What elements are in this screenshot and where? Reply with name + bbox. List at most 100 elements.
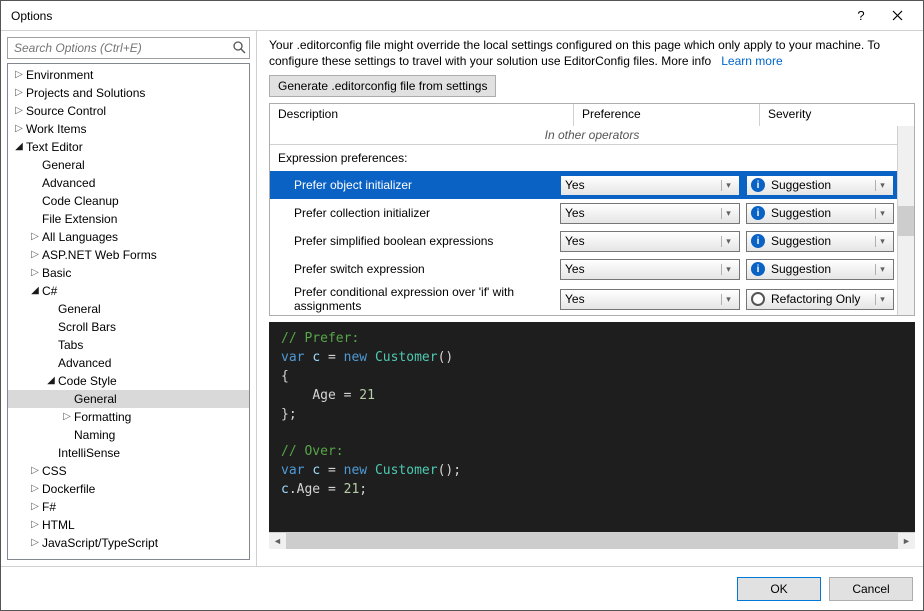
preference-combo[interactable]: Yes▾ <box>560 175 740 196</box>
tree-item[interactable]: Advanced <box>8 354 249 372</box>
rows-container: In other operators Expression preference… <box>270 126 914 315</box>
dialog-footer: OK Cancel <box>1 566 923 610</box>
tree-item[interactable]: ▷F# <box>8 498 249 516</box>
tree-item-label: ASP.NET Web Forms <box>42 246 157 264</box>
vertical-scrollbar[interactable] <box>897 126 914 315</box>
chevron-down-icon: ▾ <box>721 264 735 275</box>
chevron-right-icon[interactable]: ▷ <box>12 102 26 120</box>
settings-row[interactable]: Prefer object initializerYes▾iSuggestion… <box>270 171 914 199</box>
tree-item[interactable]: IntelliSense <box>8 444 249 462</box>
row-description: Prefer simplified boolean expressions <box>270 232 560 250</box>
search-container <box>7 37 250 59</box>
settings-grid: Description Preference Severity In other… <box>269 103 915 316</box>
tree-item-label: Source Control <box>26 102 106 120</box>
combo-value: Yes <box>565 234 717 248</box>
severity-combo[interactable]: iSuggestion▾ <box>746 203 894 224</box>
chevron-right-icon[interactable]: ▷ <box>28 516 42 534</box>
row-severity: iSuggestion▾ <box>746 203 914 224</box>
cancel-button[interactable]: Cancel <box>829 577 913 601</box>
tree-item[interactable]: Advanced <box>8 174 249 192</box>
chevron-right-icon[interactable]: ▷ <box>28 264 42 282</box>
tree-item-label: HTML <box>42 516 75 534</box>
tree-item[interactable]: ◢C# <box>8 282 249 300</box>
settings-row[interactable]: Prefer switch expressionYes▾iSuggestion▾ <box>270 255 914 283</box>
tree-item[interactable]: ▷Environment <box>8 66 249 84</box>
tree-item[interactable]: ▷Basic <box>8 264 249 282</box>
hscroll-left[interactable]: ◄ <box>269 533 286 549</box>
tree-item[interactable]: Naming <box>8 426 249 444</box>
row-severity: Refactoring Only▾ <box>746 289 914 310</box>
chevron-right-icon[interactable]: ▷ <box>28 480 42 498</box>
preference-combo[interactable]: Yes▾ <box>560 289 740 310</box>
tree-item[interactable]: ▷All Languages <box>8 228 249 246</box>
tree-item[interactable]: ▷Dockerfile <box>8 480 249 498</box>
tree-item[interactable]: ▷Projects and Solutions <box>8 84 249 102</box>
preference-combo[interactable]: Yes ▾ <box>560 203 740 224</box>
code-preview: // Prefer: var c = new Customer() { Age … <box>269 322 915 532</box>
chevron-down-icon: ▾ <box>875 208 889 219</box>
tree-item[interactable]: ▷ASP.NET Web Forms <box>8 246 249 264</box>
tree-item[interactable]: ▷JavaScript/TypeScript <box>8 534 249 552</box>
tree-item[interactable]: General <box>8 300 249 318</box>
chevron-right-icon[interactable]: ▷ <box>28 228 42 246</box>
info-icon: i <box>751 178 765 192</box>
horizontal-scrollbar[interactable]: ◄ ► <box>269 532 915 549</box>
tree-item[interactable]: ▷Formatting <box>8 408 249 426</box>
tree-item[interactable]: ▷CSS <box>8 462 249 480</box>
tree-item-label: General <box>58 300 101 318</box>
tree-item[interactable]: Tabs <box>8 336 249 354</box>
tree-item[interactable]: General <box>8 156 249 174</box>
chevron-down-icon[interactable]: ◢ <box>44 372 58 390</box>
learn-more-link[interactable]: Learn more <box>721 54 782 68</box>
chevron-down-icon[interactable]: ◢ <box>12 138 26 156</box>
chevron-right-icon[interactable]: ▷ <box>12 120 26 138</box>
tree-item-label: General <box>42 156 85 174</box>
tree-item[interactable]: ▷Source Control <box>8 102 249 120</box>
tree-item[interactable]: General <box>8 390 249 408</box>
tree-item[interactable]: ▷Work Items <box>8 120 249 138</box>
tree-item[interactable]: Code Cleanup <box>8 192 249 210</box>
preference-combo[interactable]: Yes▾ <box>560 259 740 280</box>
chevron-down-icon[interactable]: ◢ <box>28 282 42 300</box>
combo-value: Yes <box>565 206 717 220</box>
ok-button[interactable]: OK <box>737 577 821 601</box>
chevron-right-icon[interactable]: ▷ <box>60 408 74 426</box>
severity-combo[interactable]: iSuggestion▾ <box>746 175 894 196</box>
chevron-down-icon: ▾ <box>721 208 735 219</box>
chevron-right-icon[interactable]: ▷ <box>12 84 26 102</box>
tree-item[interactable]: ▷HTML <box>8 516 249 534</box>
severity-combo[interactable]: iSuggestion▾ <box>746 231 894 252</box>
tree-item-label: CSS <box>42 462 67 480</box>
combo-value: Suggestion <box>771 206 871 220</box>
tree-item[interactable]: ◢Code Style <box>8 372 249 390</box>
chevron-down-icon: ▾ <box>721 236 735 247</box>
hscroll-right[interactable]: ► <box>898 533 915 549</box>
hscroll-thumb[interactable] <box>286 533 898 549</box>
generate-editorconfig-button[interactable]: Generate .editorconfig file from setting… <box>269 75 496 97</box>
col-preference[interactable]: Preference <box>574 104 760 126</box>
severity-combo[interactable]: iSuggestion▾ <box>746 259 894 280</box>
settings-row[interactable]: Prefer collection initializerYes▾iSugges… <box>270 199 914 227</box>
chevron-right-icon[interactable]: ▷ <box>28 246 42 264</box>
chevron-right-icon[interactable]: ▷ <box>12 66 26 84</box>
row-preference: Yes▾ <box>560 259 746 280</box>
scrollbar-thumb[interactable] <box>897 206 914 236</box>
options-tree[interactable]: ▷Environment▷Projects and Solutions▷Sour… <box>7 63 250 560</box>
combo-value: Yes <box>565 292 717 306</box>
chevron-right-icon[interactable]: ▷ <box>28 498 42 516</box>
chevron-right-icon[interactable]: ▷ <box>28 534 42 552</box>
preference-combo[interactable]: Yes ▾ <box>560 231 740 252</box>
help-button[interactable]: ? <box>843 1 879 31</box>
col-severity[interactable]: Severity <box>760 104 914 126</box>
severity-combo[interactable]: Refactoring Only▾ <box>746 289 894 310</box>
close-button[interactable] <box>879 1 915 31</box>
chevron-right-icon[interactable]: ▷ <box>28 462 42 480</box>
tree-item[interactable]: File Extension <box>8 210 249 228</box>
tree-item[interactable]: ◢Text Editor <box>8 138 249 156</box>
settings-row[interactable]: Prefer conditional expression over 'if' … <box>270 283 914 315</box>
tree-item-label: Work Items <box>26 120 86 138</box>
col-description[interactable]: Description <box>270 104 574 126</box>
search-input[interactable] <box>7 37 250 59</box>
tree-item[interactable]: Scroll Bars <box>8 318 249 336</box>
settings-row[interactable]: Prefer simplified boolean expressionsYes… <box>270 227 914 255</box>
